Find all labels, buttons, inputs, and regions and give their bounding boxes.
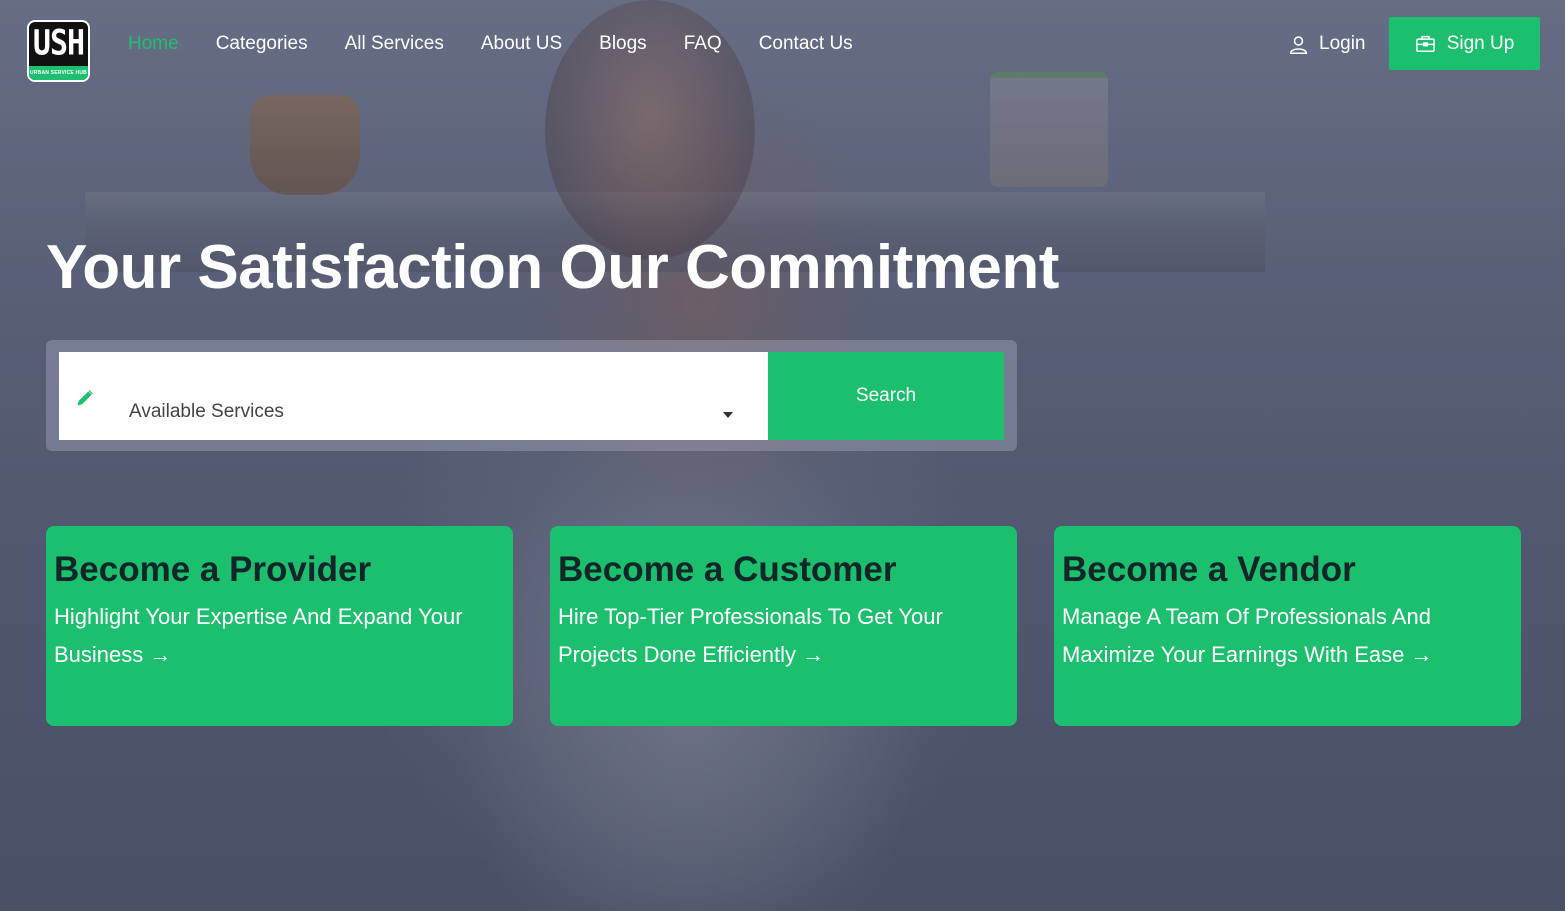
briefcase-icon [1415,35,1435,53]
site-header: USH URBAN SERVICE HUB Home Categories Al… [0,0,1565,88]
nav-home[interactable]: Home [128,30,179,58]
hero-background [0,0,1565,911]
hero-title: Your Satisfaction Our Commitment [46,233,1059,302]
login-label: Login [1319,33,1366,54]
nav-faq[interactable]: FAQ [684,30,722,58]
nav-contact-us[interactable]: Contact Us [759,30,853,58]
main-nav: Home Categories All Services About US Bl… [128,30,890,58]
caret-down-icon [723,412,733,418]
nav-blogs[interactable]: Blogs [599,30,647,58]
site-logo[interactable]: USH URBAN SERVICE HUB [27,20,90,82]
search-button[interactable]: Search [768,352,1004,440]
card-text[interactable]: Manage A Team Of Professionals And Maxim… [1062,598,1513,674]
search-box: Available Services Search [46,340,1017,451]
nav-about-us[interactable]: About US [481,30,562,58]
signup-label: Sign Up [1446,32,1515,54]
card-vendor[interactable]: Become a Vendor Manage A Team Of Profess… [1054,526,1521,726]
nav-categories[interactable]: Categories [216,30,308,58]
card-title: Become a Customer [558,550,897,589]
service-select[interactable]: Available Services [59,352,768,440]
service-select-value: Available Services [129,401,284,422]
card-customer[interactable]: Become a Customer Hire Top-Tier Professi… [550,526,1017,726]
card-title: Become a Vendor [1062,550,1356,589]
pencil-icon [77,390,93,406]
hero-overlay [0,0,1565,911]
card-text[interactable]: Hire Top-Tier Professionals To Get Your … [558,598,1009,674]
card-title: Become a Provider [54,550,372,589]
card-provider[interactable]: Become a Provider Highlight Your Experti… [46,526,513,726]
card-text[interactable]: Highlight Your Expertise And Expand Your… [54,598,505,674]
user-icon [1289,35,1308,54]
signup-button[interactable]: Sign Up [1389,17,1540,70]
nav-all-services[interactable]: All Services [345,30,444,58]
logo-text: USH [32,23,85,64]
logo-tagline: URBAN SERVICE HUB [29,66,88,80]
login-link[interactable]: Login [1288,30,1366,58]
